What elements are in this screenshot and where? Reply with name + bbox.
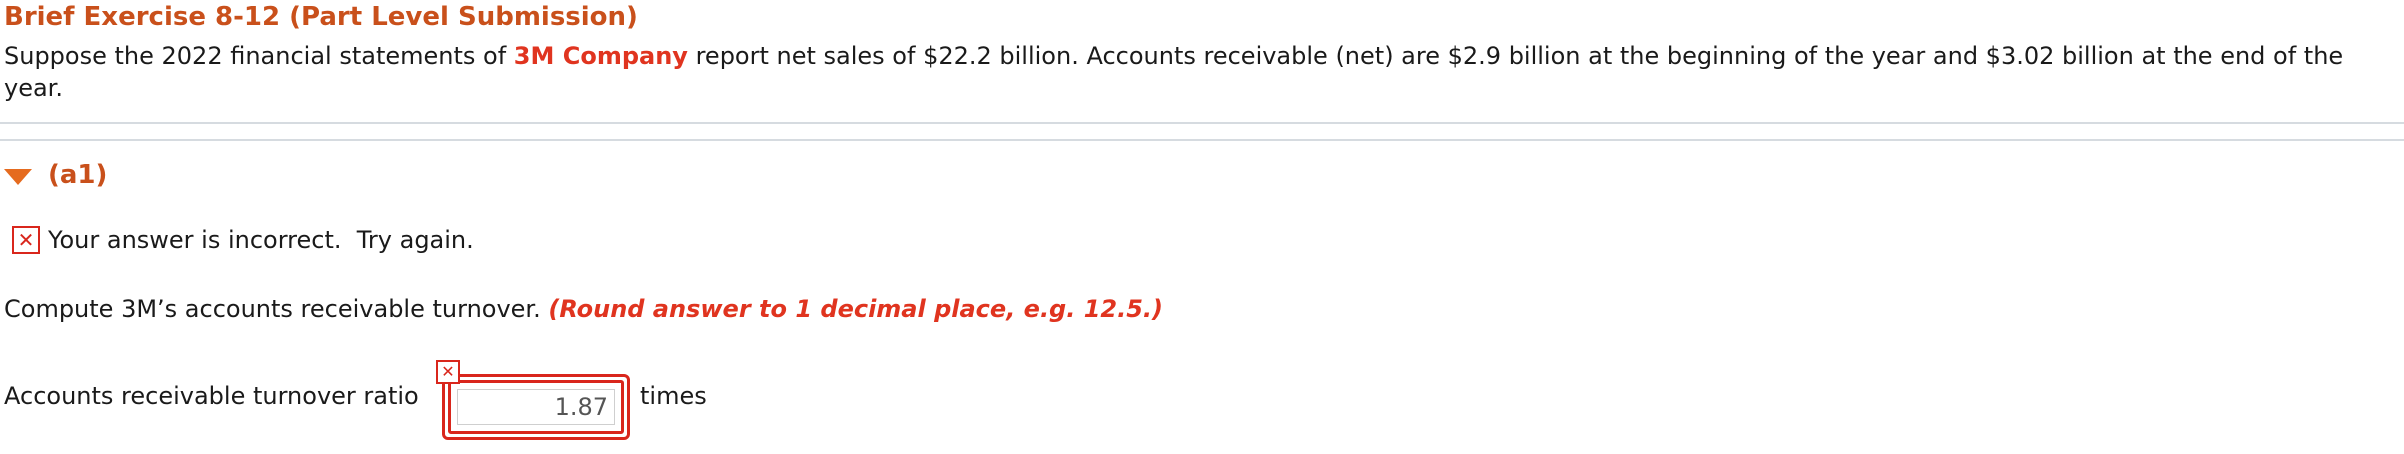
answer-row: Accounts receivable turnover ratio ✕ tim… (4, 360, 904, 446)
part-a1-toggle[interactable]: (a1) (4, 160, 107, 190)
question-instruction: Compute 3M’s accounts receivable turnove… (4, 295, 1163, 323)
answer-input-frame (442, 374, 630, 440)
instruction-text: Compute 3M’s accounts receivable turnove… (4, 295, 549, 323)
incorrect-x-icon: ✕ (436, 360, 460, 384)
section-divider-bottom (0, 139, 2404, 141)
caret-down-icon (4, 169, 32, 185)
section-divider-top (0, 122, 2404, 124)
answer-unit: times (640, 382, 707, 410)
turnover-ratio-input[interactable] (457, 389, 615, 425)
feedback-message: Your answer is incorrect. Try again. (48, 226, 474, 254)
exercise-page: Brief Exercise 8-12 (Part Level Submissi… (0, 0, 2404, 454)
part-label: (a1) (48, 160, 108, 190)
answer-label: Accounts receivable turnover ratio (4, 382, 419, 410)
problem-statement: Suppose the 2022 financial statements of… (4, 40, 2374, 104)
exercise-title: Brief Exercise 8-12 (Part Level Submissi… (4, 2, 638, 32)
rounding-hint: (Round answer to 1 decimal place, e.g. 1… (548, 295, 1164, 323)
company-name: 3M Company (513, 42, 688, 70)
problem-text-start: Suppose the 2022 financial statements of (4, 42, 514, 70)
answer-feedback: ✕ Your answer is incorrect. Try again. (12, 226, 474, 254)
x-mark-icon: ✕ (12, 226, 40, 254)
